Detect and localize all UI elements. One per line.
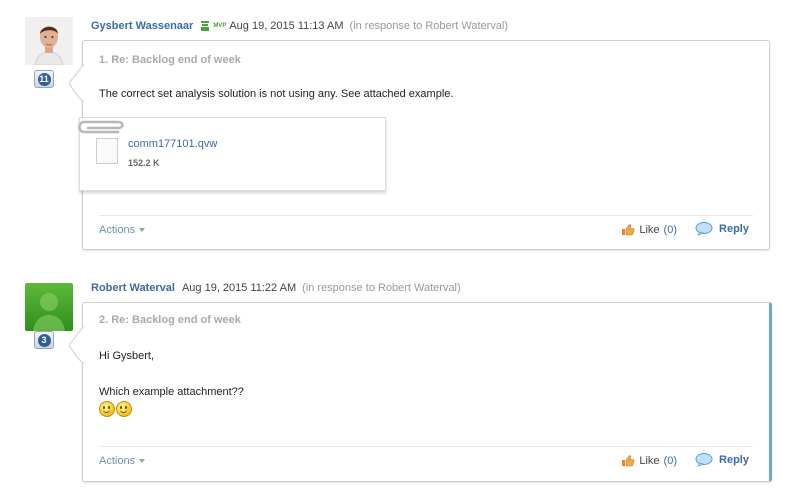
speech-bubble-icon	[695, 222, 713, 236]
body-line: Hi Gysbert,	[99, 350, 155, 362]
paperclip-icon	[78, 120, 124, 134]
attachment-size: 152.2 K	[128, 158, 160, 168]
reply-label: Reply	[719, 223, 749, 235]
attachment-card[interactable]: comm177101.qvw 152.2 K	[78, 117, 386, 191]
avatar[interactable]	[25, 17, 73, 65]
actions-menu[interactable]: Actions	[99, 224, 146, 236]
avatar[interactable]	[25, 283, 73, 331]
actions-label: Actions	[99, 224, 136, 236]
post-meta: Gysbert Wassenaar MVP Aug 19, 2015 11:13…	[91, 20, 508, 32]
post-card: 2. Re: Backlog end of week Hi Gysbert, W…	[69, 302, 772, 482]
post-footer: Actions Like (0) Reply	[99, 215, 753, 246]
thumbs-up-icon	[622, 224, 635, 236]
actions-menu[interactable]: Actions	[99, 455, 146, 467]
in-response-to[interactable]: (in response to Robert Waterval)	[302, 282, 461, 294]
caret-down-icon	[139, 459, 146, 464]
post-subject: 1. Re: Backlog end of week	[99, 54, 241, 66]
author-status-icons: MVP	[200, 20, 226, 32]
like-label: Like	[639, 224, 660, 236]
smile-icon	[116, 401, 132, 418]
badge-level: 11	[37, 72, 51, 86]
attachment-link[interactable]: comm177101.qvw	[128, 138, 217, 150]
like-count: (0)	[663, 224, 677, 236]
body-line: Which example attachment??	[99, 386, 244, 398]
smile-icon	[99, 401, 115, 418]
post-card: 1. Re: Backlog end of week The correct s…	[69, 40, 770, 250]
status-badge: 3	[34, 331, 54, 349]
author-avatar-wrap: 3	[25, 283, 73, 349]
thumbs-up-icon	[622, 455, 635, 467]
post-date: Aug 19, 2015 11:22 AM	[181, 282, 297, 294]
like-button[interactable]: Like (0)	[621, 224, 677, 236]
rank-icon	[201, 21, 210, 31]
in-response-to[interactable]: (in response to Robert Waterval)	[350, 20, 509, 32]
like-label: Like	[639, 455, 660, 467]
reply-label: Reply	[719, 454, 749, 466]
file-icon	[96, 138, 118, 164]
author-link[interactable]: Gysbert Wassenaar	[91, 20, 193, 32]
body-line: The correct set analysis solution is not…	[99, 88, 454, 100]
actions-label: Actions	[99, 455, 136, 467]
emoticon-row	[99, 401, 244, 418]
badge-level: 3	[37, 333, 51, 347]
status-badge: 11	[34, 70, 54, 88]
post-subject: 2. Re: Backlog end of week	[99, 314, 241, 326]
post-footer: Actions Like (0) Reply	[99, 446, 753, 477]
like-count: (0)	[663, 455, 677, 467]
reply-button[interactable]: Reply	[695, 453, 749, 467]
mvp-icon: MVP	[213, 23, 227, 29]
post-date: Aug 19, 2015 11:13 AM	[229, 20, 344, 32]
like-button[interactable]: Like (0)	[621, 455, 677, 467]
reply-button[interactable]: Reply	[695, 222, 749, 236]
author-link[interactable]: Robert Waterval	[91, 282, 175, 294]
post-body: Hi Gysbert, Which example attachment??	[99, 348, 244, 418]
post-body: The correct set analysis solution is not…	[99, 86, 453, 102]
post-meta: Robert Waterval Aug 19, 2015 11:22 AM (i…	[91, 282, 461, 294]
caret-down-icon	[139, 228, 146, 233]
speech-bubble-icon	[695, 453, 713, 467]
author-avatar-wrap: 11	[25, 17, 73, 88]
